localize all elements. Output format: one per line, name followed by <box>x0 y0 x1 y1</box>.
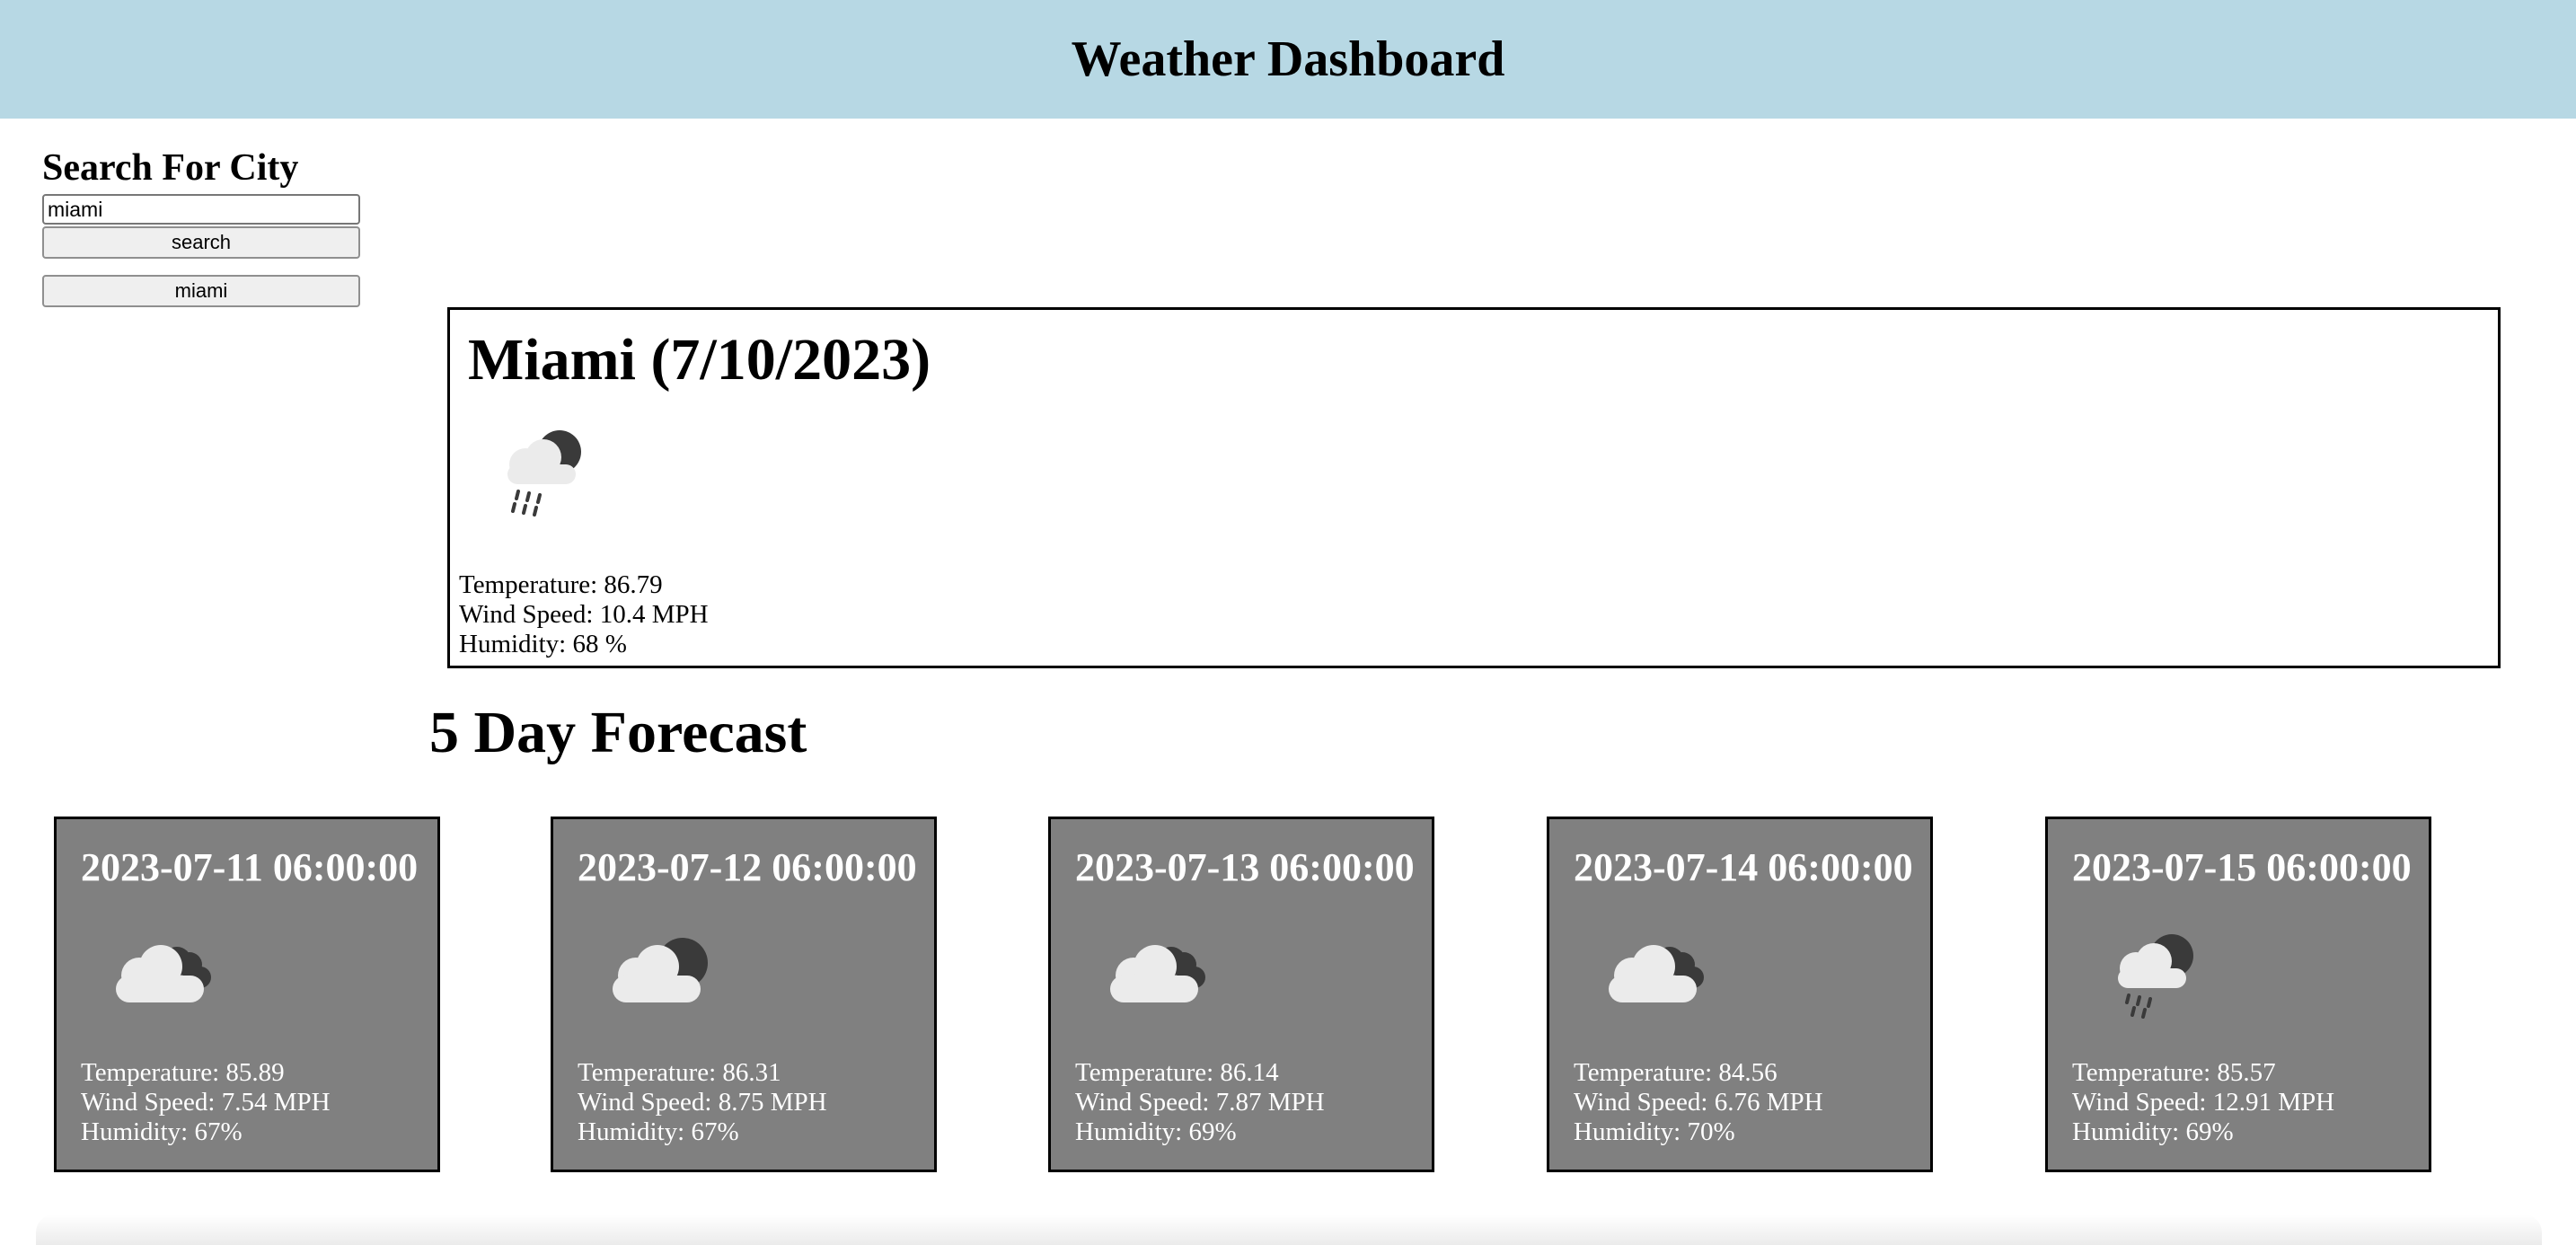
rain-cloud-sun-icon <box>2093 923 2219 1022</box>
forecast-temperature: Temperature: 86.14 <box>1075 1058 1279 1087</box>
current-weather-panel: Miami (7/10/2023) Temperature: 86.79 Win… <box>447 307 2501 668</box>
broken-clouds-icon <box>1096 923 1222 1022</box>
forecast-wind-speed: Wind Speed: 7.87 MPH <box>1075 1088 1325 1117</box>
broken-clouds-icon <box>1594 923 1720 1022</box>
current-temperature: Temperature: 86.79 <box>459 570 663 599</box>
forecast-wind-speed: Wind Speed: 8.75 MPH <box>578 1088 827 1117</box>
forecast-wind-speed: Wind Speed: 7.54 MPH <box>81 1088 331 1117</box>
current-stats: Temperature: 86.79 Wind Speed: 10.4 MPH … <box>459 570 709 659</box>
cloud-sun-icon <box>598 923 724 1022</box>
search-button[interactable]: search <box>42 226 360 259</box>
forecast-card: 2023-07-14 06:00:00 Temperature: 84.56 W… <box>1547 817 1933 1172</box>
forecast-stats: Temperature: 85.89 Wind Speed: 7.54 MPH … <box>81 1058 331 1147</box>
forecast-stats: Temperature: 86.14 Wind Speed: 7.87 MPH … <box>1075 1058 1325 1147</box>
forecast-date: 2023-07-14 06:00:00 <box>1574 845 1913 889</box>
forecast-humidity: Humidity: 67% <box>578 1117 739 1146</box>
search-sidebar: Search For City search miami <box>42 149 360 307</box>
forecast-card: 2023-07-11 06:00:00 Temperature: 85.89 W… <box>54 817 440 1172</box>
forecast-title: 5 Day Forecast <box>429 700 807 765</box>
forecast-temperature: Temperature: 85.57 <box>2072 1058 2276 1087</box>
search-heading: Search For City <box>42 147 299 189</box>
forecast-card: 2023-07-13 06:00:00 Temperature: 86.14 W… <box>1048 817 1434 1172</box>
forecast-stats: Temperature: 86.31 Wind Speed: 8.75 MPH … <box>578 1058 827 1147</box>
forecast-temperature: Temperature: 86.31 <box>578 1058 781 1087</box>
forecast-humidity: Humidity: 70% <box>1574 1117 1735 1146</box>
page-title: Weather Dashboard <box>1071 31 1505 87</box>
forecast-humidity: Humidity: 69% <box>2072 1117 2234 1146</box>
current-humidity: Humidity: 68 % <box>459 630 627 658</box>
forecast-card: 2023-07-15 06:00:00 Temperature: 85.57 W… <box>2045 817 2431 1172</box>
forecast-card: 2023-07-12 06:00:00 Temperature: 86.31 W… <box>551 817 937 1172</box>
forecast-humidity: Humidity: 69% <box>1075 1117 1237 1146</box>
bottom-shadow <box>36 1214 2542 1245</box>
header-bar: Weather Dashboard <box>0 0 2576 119</box>
current-wind-speed: Wind Speed: 10.4 MPH <box>459 600 709 629</box>
forecast-wind-speed: Wind Speed: 12.91 MPH <box>2072 1088 2335 1117</box>
city-search-input[interactable] <box>42 194 360 225</box>
forecast-humidity: Humidity: 67% <box>81 1117 243 1146</box>
rain-cloud-sun-icon <box>490 421 597 520</box>
forecast-date: 2023-07-15 06:00:00 <box>2072 845 2412 889</box>
forecast-date: 2023-07-12 06:00:00 <box>578 845 917 889</box>
forecast-date: 2023-07-11 06:00:00 <box>81 845 419 889</box>
history-city-button[interactable]: miami <box>42 275 360 307</box>
forecast-date: 2023-07-13 06:00:00 <box>1075 845 1415 889</box>
forecast-stats: Temperature: 84.56 Wind Speed: 6.76 MPH … <box>1574 1058 1823 1147</box>
forecast-temperature: Temperature: 85.89 <box>81 1058 285 1087</box>
current-city-title: Miami (7/10/2023) <box>468 327 931 393</box>
forecast-stats: Temperature: 85.57 Wind Speed: 12.91 MPH… <box>2072 1058 2334 1147</box>
forecast-temperature: Temperature: 84.56 <box>1574 1058 1778 1087</box>
broken-clouds-icon <box>101 923 227 1022</box>
forecast-wind-speed: Wind Speed: 6.76 MPH <box>1574 1088 1823 1117</box>
